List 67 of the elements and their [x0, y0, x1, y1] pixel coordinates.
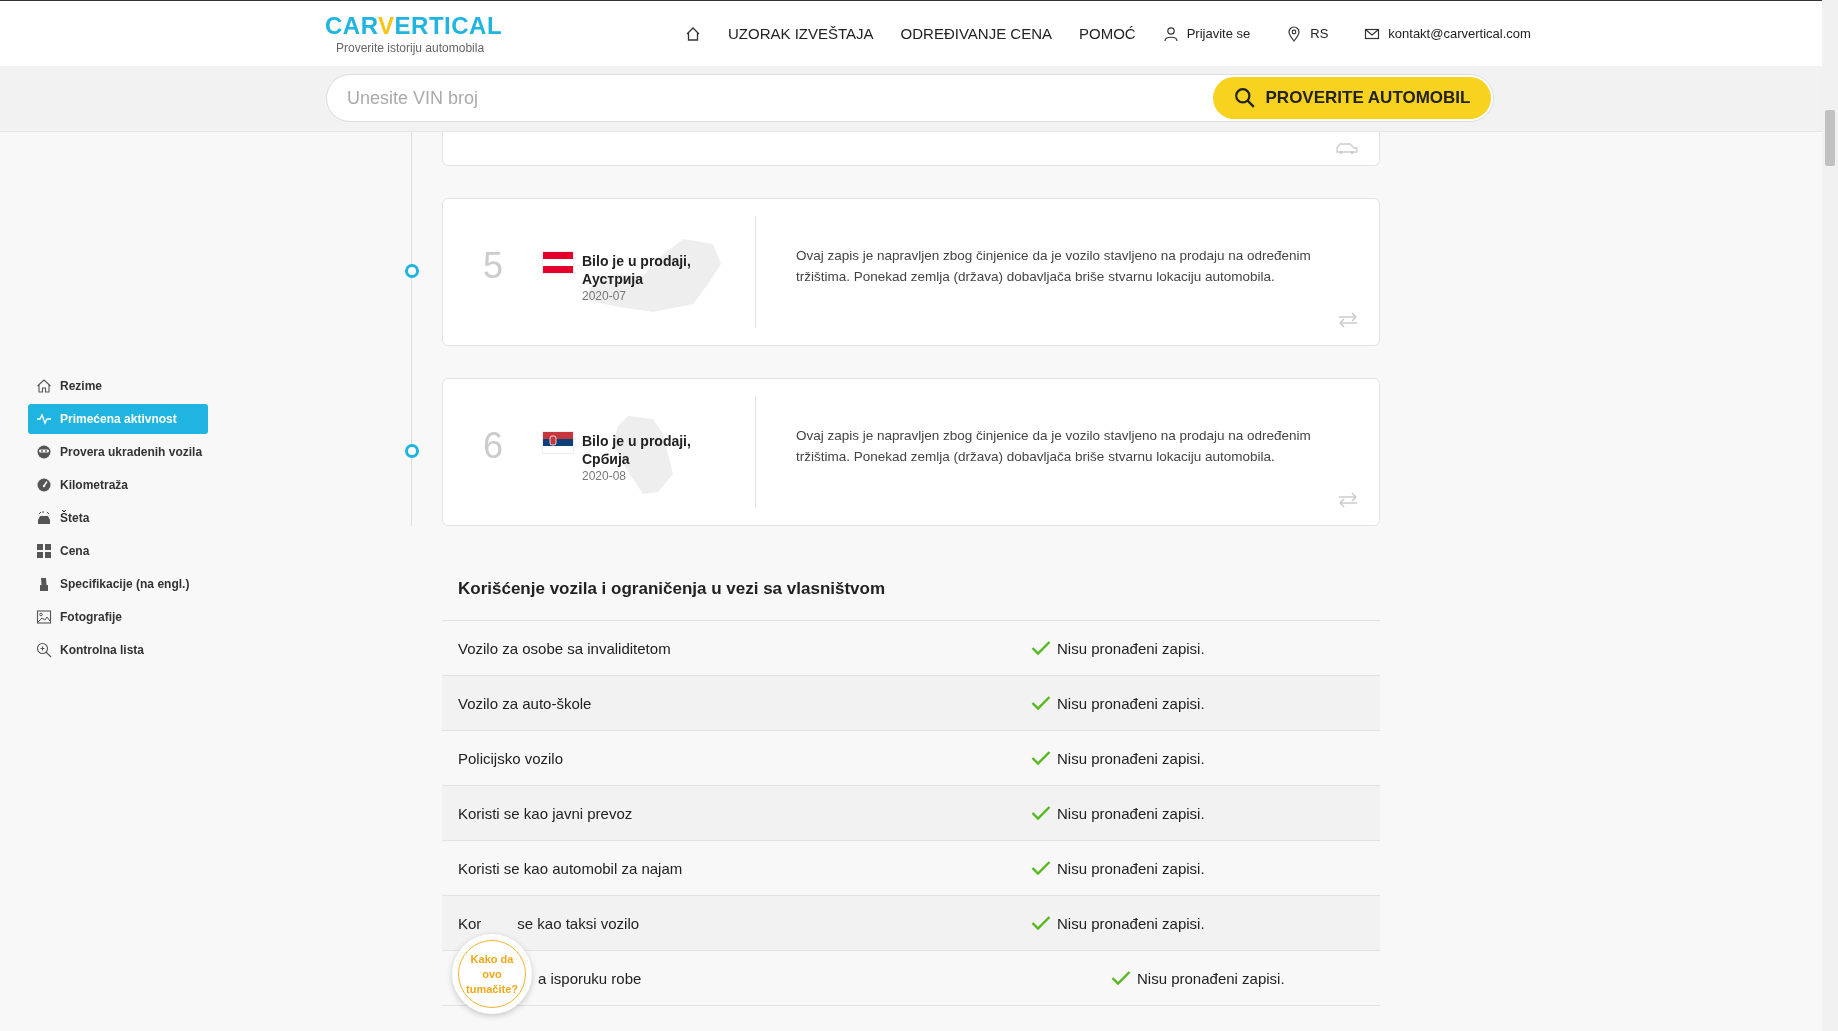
- image-icon: [36, 609, 52, 625]
- table-cell: Koristi se kao automobil za najam: [458, 859, 683, 877]
- table-cell: Nisu pronađeni zapisi.: [1057, 804, 1205, 822]
- gauge-icon: [36, 477, 52, 493]
- check-icon: [1031, 695, 1051, 711]
- nav-link[interactable]: ODREĐIVANJE CENA: [900, 25, 1052, 42]
- table-cell: Vozilo za auto-škole: [458, 694, 592, 712]
- nav-link[interactable]: UZORAK IZVEŠTAJA: [728, 25, 874, 42]
- sidebar-item[interactable]: Rezime: [28, 371, 208, 401]
- table-cell: Nisu pronađeni zapisi.: [1057, 859, 1205, 877]
- sidebar-item[interactable]: Cena: [28, 536, 208, 566]
- pulse-icon: [36, 411, 52, 427]
- location-pin-icon: [1286, 25, 1303, 42]
- home-icon[interactable]: [685, 25, 701, 42]
- sidebar-item[interactable]: Specifikacije (na engl.): [28, 569, 208, 599]
- sidebar-item[interactable]: Fotografije: [28, 602, 208, 632]
- table-cell: Vozilo za osobe sa invaliditetom: [458, 639, 671, 657]
- table-cell: Nisu pronađeni zapisi.: [1057, 694, 1205, 712]
- check-icon: [1031, 750, 1051, 766]
- table-cell: Policijsko vozilo: [458, 749, 564, 767]
- mask-face-icon: [36, 444, 52, 460]
- car-icon: [1335, 141, 1359, 155]
- flag-icon: [543, 252, 573, 273]
- check-icon: [1111, 970, 1131, 986]
- table-cell: Nisu pronađeni zapisi.: [1137, 969, 1285, 987]
- login-link[interactable]: Prijavite se: [1186, 26, 1251, 41]
- record-description: Ovaj zapis je napravljen zbog činjenice da je vozilo stavljeno na prodaju na određenim tržištima. Ponekad zemlja (država) dobavljača briše stvarnu lokaciju automobila.: [796, 247, 1312, 286]
- record-title: Bilo je u prodaji, Аустрија: [582, 252, 692, 288]
- calculator-icon: [36, 543, 52, 559]
- record-date: 2020-07: [582, 289, 628, 303]
- home-icon: [36, 378, 52, 394]
- table-cell: a isporuku robe: [538, 969, 642, 987]
- scrollbar-thumb[interactable]: [1825, 110, 1835, 166]
- logo-tagline: Proverite istoriju automobila: [336, 41, 486, 55]
- table-cell: Nisu pronađeni zapisi.: [1057, 914, 1205, 932]
- sidebar-item[interactable]: Šteta: [28, 503, 208, 533]
- email-link[interactable]: kontakt@carvertical.com: [1388, 26, 1531, 41]
- search-icon: [1233, 87, 1256, 109]
- damaged-car-icon: [36, 510, 52, 526]
- check-car-button[interactable]: PROVERITE AUTOMOBIL: [1213, 77, 1491, 119]
- table-cell: se kao taksi vozilo: [517, 914, 640, 932]
- transfer-arrows-icon: [1337, 311, 1359, 329]
- table-cell: Kor: [458, 914, 482, 932]
- timeline-dot: [405, 264, 419, 278]
- check-icon: [1031, 915, 1051, 931]
- vin-search-field[interactable]: Unesite VIN broj PROVERITE AUTOMOBIL: [326, 74, 1494, 122]
- table-cell: Nisu pronađeni zapisi.: [1057, 639, 1205, 657]
- flag-icon: [543, 432, 573, 453]
- section-title: Korišćenje vozila i ograničenja u vezi sa vlasništvom: [442, 558, 1380, 621]
- nav-link[interactable]: POMOĆ: [1079, 25, 1136, 42]
- region-link[interactable]: RS: [1310, 26, 1329, 41]
- timeline-dot: [405, 444, 419, 458]
- record-title: Bilo je u prodaji, Србија: [582, 432, 692, 468]
- table-cell: Nisu pronađeni zapisi.: [1057, 749, 1205, 767]
- user-icon: [1162, 25, 1179, 42]
- check-icon: [1031, 860, 1051, 876]
- check-icon: [1031, 640, 1051, 656]
- transfer-arrows-icon: [1337, 491, 1359, 509]
- sidebar-item[interactable]: Provera ukradenih vozila: [28, 437, 208, 467]
- sidebar-item[interactable]: Kontrolna lista: [28, 635, 208, 665]
- record-description: Ovaj zapis je napravljen zbog činjenice da je vozilo stavljeno na prodaju na određenim tržištima. Ponekad zemlja (država) dobavljača briše stvarnu lokaciju automobila.: [796, 427, 1312, 466]
- table-cell: Koristi se kao javni prevoz: [458, 804, 633, 822]
- scrollbar[interactable]: [1822, 0, 1838, 1031]
- sidebar-item[interactable]: Kilometraža: [28, 470, 208, 500]
- check-icon: [1031, 805, 1051, 821]
- record-date: 2020-08: [582, 469, 628, 483]
- magnifier-icon: [36, 642, 52, 658]
